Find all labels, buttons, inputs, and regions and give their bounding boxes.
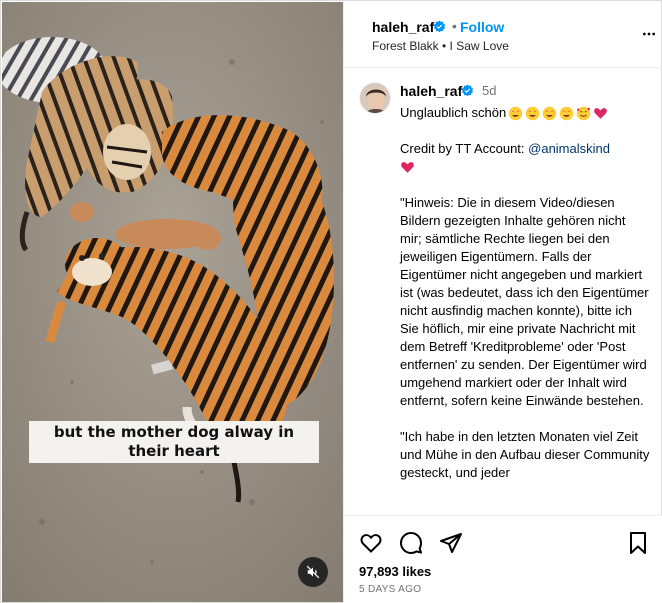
save-bookmark-icon[interactable] xyxy=(626,531,650,555)
verified-badge-icon xyxy=(462,84,473,97)
tigers-video-frame xyxy=(2,2,343,602)
speaker-muted-icon xyxy=(306,565,320,579)
comments-section[interactable]: haleh_raf 5d Unglaublich schön Credit by xyxy=(344,69,662,515)
caption-credit: Credit by TT Account: @animalskind xyxy=(400,140,650,176)
video-caption: but the mother dog alway in their heart xyxy=(29,421,319,463)
caption-text-1: Unglaublich schön xyxy=(400,105,507,120)
star-struck-emoji-icon xyxy=(525,106,540,120)
caption-paragraph-2: "Ich habe in den letzten Monaten viel Ze… xyxy=(400,429,650,480)
post-actions-bar: 97,893 likes 5 DAYS AGO xyxy=(344,515,662,603)
star-struck-emoji-icon xyxy=(542,106,557,120)
share-send-icon[interactable] xyxy=(439,531,463,555)
post-header: haleh_raf • Follow Forest Blakk • I Saw … xyxy=(344,2,662,68)
star-struck-emoji-icon xyxy=(559,106,574,120)
header-separator: • xyxy=(452,18,457,34)
red-heart-emoji-icon xyxy=(594,107,608,119)
video-caption-text: but the mother dog alway in their heart xyxy=(53,423,295,460)
red-heart-emoji-icon xyxy=(401,162,414,173)
mute-button[interactable] xyxy=(298,557,328,587)
smiling-hearts-emoji-icon xyxy=(576,106,591,120)
caption-credit-prefix: Credit by TT Account: xyxy=(400,141,529,156)
post-side-panel: haleh_raf • Follow Forest Blakk • I Saw … xyxy=(343,2,662,603)
audio-track-link[interactable]: Forest Blakk • I Saw Love xyxy=(372,39,509,53)
post-age[interactable]: 5 DAYS AGO xyxy=(359,584,421,595)
verified-badge-icon xyxy=(434,20,445,33)
comment-time[interactable]: 5d xyxy=(482,83,496,98)
post-caption: Unglaublich schön Credit by TT Account: … xyxy=(400,102,650,500)
avatar[interactable] xyxy=(359,82,391,114)
like-heart-icon[interactable] xyxy=(359,531,383,555)
avatar-image xyxy=(360,83,390,113)
follow-button[interactable]: Follow xyxy=(460,19,504,35)
likes-count[interactable]: 97,893 likes xyxy=(359,564,431,579)
caption-disclaimer: "Hinweis: Die in diesem Video/diesen Bil… xyxy=(400,195,649,408)
comment-bubble-icon[interactable] xyxy=(399,531,423,555)
caption-line-1: Unglaublich schön xyxy=(400,104,650,122)
more-options-icon[interactable] xyxy=(641,26,657,42)
star-struck-emoji-icon xyxy=(508,106,523,120)
post-video[interactable]: but the mother dog alway in their heart xyxy=(2,2,343,602)
post-dialog: but the mother dog alway in their heart … xyxy=(0,0,662,603)
header-username[interactable]: haleh_raf xyxy=(372,19,434,35)
comment-username[interactable]: haleh_raf xyxy=(400,83,462,99)
credit-mention-link[interactable]: @animalskind xyxy=(528,141,610,156)
